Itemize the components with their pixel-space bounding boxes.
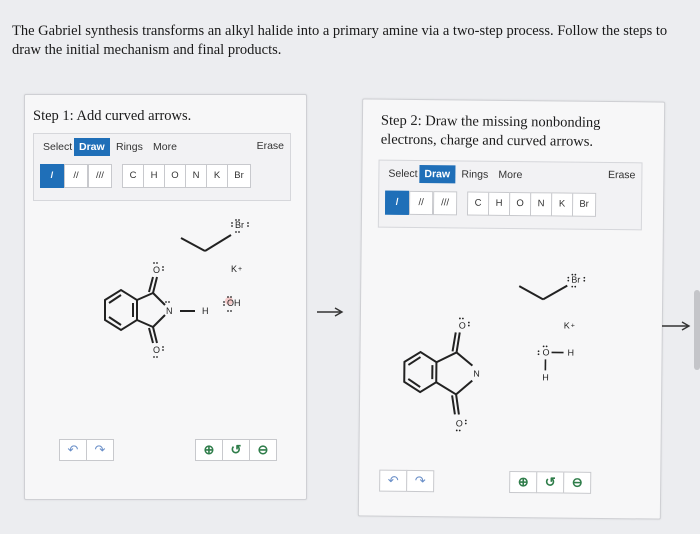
zoom-in-icon[interactable]: ⊕ [509, 470, 538, 494]
tab-draw[interactable]: Draw [419, 165, 456, 184]
single-bond-button[interactable]: / [384, 190, 410, 215]
redo-icon[interactable]: ↷ [406, 469, 435, 493]
atom-br-button[interactable]: Br [227, 164, 251, 188]
step1-drawing-canvas[interactable]: Br K + OH N H O O [25, 205, 306, 435]
atom-k-button[interactable]: K [550, 192, 574, 217]
atom-c-button[interactable]: C [122, 164, 144, 188]
alkyl-chain[interactable] [518, 284, 568, 301]
carbonyl-oxygen-bottom[interactable]: O [153, 345, 160, 355]
atom-br-button[interactable]: Br [571, 192, 597, 217]
step1-tabs: Select Draw Rings More Erase [34, 134, 290, 160]
carbonyl-oxygen-top[interactable]: O [153, 265, 160, 275]
nitrogen-lone-pair [165, 301, 170, 303]
step1-bottom-bar: ↶ ↷ ⊕ ↺ ⊖ [25, 435, 306, 465]
redo-icon[interactable]: ↷ [86, 439, 114, 461]
triple-bond-button[interactable]: /// [88, 164, 112, 188]
single-bond-button[interactable]: / [40, 164, 64, 188]
phthalimide-anion-bonds[interactable] [403, 332, 474, 415]
step2-toolbar: Select Draw Rings More Erase / // /// C … [377, 159, 643, 231]
hydrogen-atom[interactable]: H [202, 306, 209, 316]
tab-more[interactable]: More [493, 166, 527, 184]
erase-button[interactable]: Erase [257, 140, 284, 152]
hydroxide-ion[interactable]: OH [227, 298, 241, 308]
potassium-charge: + [238, 266, 242, 273]
tab-more[interactable]: More [148, 138, 182, 156]
step1-panel: Step 1: Add curved arrows. Select Draw R… [24, 94, 307, 500]
step1-toolbar: Select Draw Rings More Erase / // /// C … [33, 133, 291, 201]
atom-o-button[interactable]: O [508, 191, 532, 217]
step1-title: Step 1: Add curved arrows. [33, 108, 192, 124]
tab-draw[interactable]: Draw [74, 138, 110, 156]
atom-k-button[interactable]: K [206, 164, 228, 188]
water-hydrogen-1[interactable]: H [567, 348, 574, 358]
right-arrow-icon [662, 321, 691, 331]
reset-zoom-icon[interactable]: ↺ [222, 439, 250, 461]
nitrogen-atom[interactable]: N [166, 306, 173, 316]
atom-n-button[interactable]: N [529, 192, 553, 217]
step2-title: Step 2: Draw the missing nonbonding elec… [380, 112, 601, 150]
triple-bond-button[interactable]: /// [432, 191, 458, 216]
tab-select[interactable]: Select [38, 138, 77, 156]
step2-bottom-bar: ↶ ↷ ⊕ ↺ ⊖ [359, 465, 660, 498]
step1-tools: / // /// C H O N K Br [40, 164, 284, 188]
step2-drawing-canvas[interactable]: Br K + O H H N O O [359, 231, 662, 464]
zoom-out-icon[interactable]: ⊖ [249, 439, 277, 461]
water-hydrogen-2[interactable]: H [542, 372, 549, 382]
tab-rings[interactable]: Rings [456, 165, 493, 183]
carbonyl-oxygen-bottom[interactable]: O [456, 418, 463, 428]
carbonyl-oxygen-top[interactable]: O [459, 320, 466, 330]
atom-n-button[interactable]: N [185, 164, 207, 188]
bromine-atom[interactable]: Br [571, 275, 580, 285]
bromine-atom[interactable]: Br [235, 220, 244, 230]
double-bond-button[interactable]: // [64, 164, 88, 188]
tab-rings[interactable]: Rings [111, 138, 148, 156]
nitrogen-atom[interactable]: N [473, 369, 480, 379]
alkyl-chain[interactable] [180, 234, 232, 252]
step2-tabs: Select Draw Rings More Erase [379, 161, 641, 190]
atom-o-button[interactable]: O [164, 164, 186, 188]
potassium-ion[interactable]: K [564, 321, 570, 331]
phthalimide-bonds[interactable] [104, 276, 195, 344]
atom-h-button[interactable]: H [143, 164, 165, 188]
step2-tools: / // /// C H O N K Br [384, 190, 635, 218]
water-oxygen[interactable]: O [542, 347, 549, 357]
erase-button[interactable]: Erase [608, 169, 636, 181]
reset-zoom-icon[interactable]: ↺ [536, 471, 565, 494]
double-bond-button[interactable]: // [408, 190, 434, 216]
zoom-out-icon[interactable]: ⊖ [563, 471, 592, 494]
potassium-ion[interactable]: K [231, 264, 237, 274]
potassium-charge: + [571, 323, 575, 330]
step2-panel: Step 2: Draw the missing nonbonding elec… [357, 98, 666, 520]
atom-h-button[interactable]: H [487, 191, 511, 216]
right-arrow-icon [317, 307, 344, 317]
tab-select[interactable]: Select [383, 165, 422, 183]
scrollbar[interactable] [694, 290, 700, 370]
undo-icon[interactable]: ↶ [379, 469, 408, 492]
question-text: The Gabriel synthesis transforms an alky… [12, 23, 668, 58]
atom-c-button[interactable]: C [466, 191, 490, 216]
undo-icon[interactable]: ↶ [59, 439, 87, 461]
zoom-in-icon[interactable]: ⊕ [195, 439, 223, 461]
